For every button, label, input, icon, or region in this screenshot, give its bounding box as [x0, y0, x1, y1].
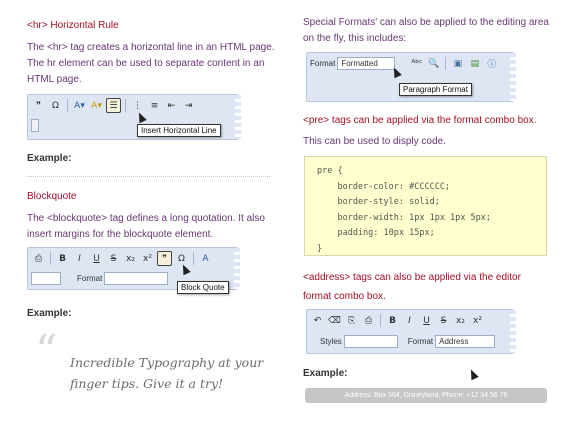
- toolbar-row: ↶ ⌫ ⎘ ⎙ B I U S x₂ x²: [310, 312, 510, 329]
- bg-color-icon[interactable]: A▾: [89, 98, 104, 113]
- pre-description: This can be used to disply code.: [303, 136, 446, 147]
- about-icon[interactable]: ⓘ: [484, 56, 499, 71]
- hr-heading: <hr> Horizontal Rule: [27, 20, 119, 31]
- address-heading-line: format combo box.: [303, 291, 386, 302]
- code-line: pre {: [317, 166, 343, 176]
- special-description-line: on the fly, this includes:: [303, 33, 407, 44]
- toolbar-torn-edge: [235, 95, 241, 139]
- spellcheck-icon[interactable]: ᴬᵇᶜ: [409, 56, 424, 71]
- toolbar-separator: [125, 99, 126, 112]
- bullet-list-icon[interactable]: ≡: [147, 98, 162, 113]
- blockquote-description-line: insert margins for the blockquote elemen…: [27, 229, 214, 240]
- special-description-line: Special Formats' can also be applied to …: [303, 17, 549, 28]
- blockquote-description: The <blockquote> tag defines a long quot…: [27, 211, 277, 243]
- show-blocks-icon[interactable]: ▤: [467, 56, 482, 71]
- styles-combo[interactable]: [31, 272, 61, 285]
- special-formats-description: Special Formats' can also be applied to …: [303, 15, 573, 47]
- code-block: pre { border-color: #CCCCCC; border-styl…: [304, 156, 547, 256]
- hr-description-line: The <hr> tag creates a horizontal line i…: [27, 42, 275, 53]
- horizontal-rule-icon[interactable]: ☰: [106, 98, 121, 113]
- bold-icon[interactable]: B: [385, 313, 400, 328]
- horizontal-rule: [27, 176, 270, 177]
- subscript-icon[interactable]: x₂: [453, 313, 468, 328]
- address-toolbar: ↶ ⌫ ⎘ ⎙ B I U S x₂ x² Styles Format Addr…: [306, 309, 516, 354]
- address-example-label: Example:: [303, 368, 348, 379]
- code-line: border-style: solid;: [317, 197, 440, 207]
- bold-icon[interactable]: B: [55, 251, 70, 266]
- toolbar-separator: [50, 252, 51, 265]
- quote-line: Incredible Typography at your: [70, 355, 264, 370]
- code-line: padding: 10px 15px;: [317, 228, 435, 238]
- hr-description-line: The hr element can be used to separate c…: [27, 58, 265, 69]
- strikethrough-icon[interactable]: S: [106, 251, 121, 266]
- print-icon[interactable]: ⎙: [31, 251, 46, 266]
- italic-icon[interactable]: I: [72, 251, 87, 266]
- strikethrough-icon[interactable]: S: [436, 313, 451, 328]
- tooltip-block-quote: Block Quote: [177, 281, 229, 294]
- undo-icon[interactable]: ↶: [310, 313, 325, 328]
- indent-icon[interactable]: ⇥: [181, 98, 196, 113]
- blockquote-description-line: The <blockquote> tag defines a long quot…: [27, 213, 265, 224]
- format-label: Format: [310, 59, 336, 68]
- underline-icon[interactable]: U: [89, 251, 104, 266]
- tooltip-insert-hr: Insert Horizontal Line: [137, 124, 221, 137]
- special-char-icon[interactable]: Ω: [48, 98, 63, 113]
- blockquote-example-label: Example:: [27, 308, 72, 319]
- superscript-icon[interactable]: x²: [470, 313, 485, 328]
- pre-heading: <pre> tags can be applied via the format…: [303, 115, 537, 126]
- text-color-icon[interactable]: A▾: [72, 98, 87, 113]
- toolbar-handle: [31, 119, 39, 132]
- blockquote-heading: Blockquote: [27, 191, 77, 202]
- toolbar-row: ❞ Ω A▾ A▾ ☰ ⋮ ≡ ⇤ ⇥: [31, 97, 235, 114]
- toolbar-torn-edge: [510, 53, 516, 101]
- format-label: Format: [77, 274, 103, 283]
- code-line: }: [317, 243, 323, 254]
- blockquote-icon[interactable]: ❞: [31, 98, 46, 113]
- hr-description: The <hr> tag creates a horizontal line i…: [27, 40, 277, 88]
- mouse-cursor-icon: [467, 367, 479, 381]
- toolbar-torn-edge: [510, 310, 516, 353]
- address-heading: <address> tags can also be applied via t…: [303, 268, 573, 306]
- text-color-icon[interactable]: A: [198, 251, 213, 266]
- print-icon[interactable]: ⎙: [361, 313, 376, 328]
- outdent-icon[interactable]: ⇤: [164, 98, 179, 113]
- toolbar-torn-edge: [234, 248, 240, 289]
- styles-label: Styles: [320, 337, 342, 346]
- address-heading-line: <address> tags can also be applied via t…: [303, 272, 521, 283]
- quote-line: finger tips. Give it a try!: [70, 376, 224, 391]
- subscript-icon[interactable]: x₂: [123, 251, 138, 266]
- toolbar-separator: [193, 252, 194, 265]
- hr-example-label: Example:: [27, 153, 72, 164]
- format-combo[interactable]: Formatted: [337, 57, 396, 70]
- toolbar-separator: [445, 57, 447, 70]
- toolbar-separator: [380, 314, 381, 327]
- toolbar-row: ⎙ B I U S x₂ x² ❞ Ω A: [31, 250, 234, 267]
- quote-mark-icon: “: [35, 326, 58, 377]
- format-combo[interactable]: Address: [435, 335, 496, 348]
- address-example-bar: Address: Box 564, Disneyland, Phone: +12…: [305, 388, 547, 403]
- blockquote-icon[interactable]: ❞: [157, 251, 172, 266]
- format-combo[interactable]: [104, 272, 169, 285]
- blockquote-example: Incredible Typography at your finger tip…: [70, 352, 280, 394]
- format-label: Format: [407, 337, 434, 346]
- italic-icon[interactable]: I: [402, 313, 417, 328]
- maximize-icon[interactable]: ▣: [450, 56, 465, 71]
- hr-description-line: HTML page.: [27, 74, 82, 85]
- code-line: border-color: #CCCCCC;: [317, 181, 451, 192]
- toolbar-row: Styles Format Address: [310, 333, 510, 350]
- code-line: border-width: 1px 1px 1px 5px;: [317, 212, 491, 223]
- copy-format-icon[interactable]: ⎘: [344, 313, 359, 328]
- underline-icon[interactable]: U: [419, 313, 434, 328]
- toolbar-separator: [67, 99, 68, 112]
- toolbar-row: Format Formatted ᴬᵇᶜ 🔍 ▣ ▤ ⓘ: [310, 55, 510, 72]
- tooltip-paragraph-format: Paragraph Format: [399, 83, 472, 96]
- superscript-icon[interactable]: x²: [140, 251, 155, 266]
- eraser-icon[interactable]: ⌫: [327, 313, 342, 328]
- find-icon[interactable]: 🔍: [426, 56, 441, 71]
- styles-combo[interactable]: [343, 335, 398, 348]
